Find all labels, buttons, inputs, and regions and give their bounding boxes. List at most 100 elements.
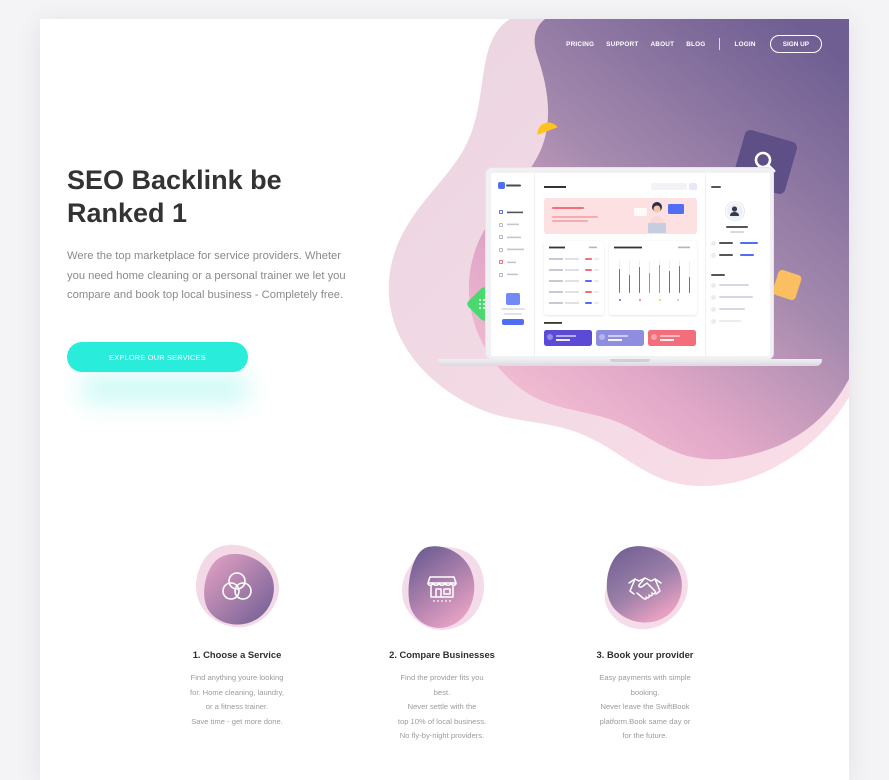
- feature-description: Find the provider fits you best. Never s…: [352, 671, 532, 744]
- menu-label: [507, 248, 524, 251]
- skill-progress: [740, 254, 754, 256]
- stat-card-line: [556, 339, 570, 341]
- feature-description: Find anything youre looking for. Home cl…: [147, 671, 327, 729]
- skill-line: [719, 254, 733, 256]
- reminder-icon: [711, 307, 716, 312]
- menu-item: [499, 231, 527, 244]
- menu-icon: [499, 222, 503, 227]
- welcome-banner: [544, 198, 697, 234]
- stat-card-icon: [599, 334, 605, 340]
- lead-row: [549, 301, 601, 306]
- menu-item: [499, 244, 527, 257]
- venn-circles-icon: [222, 572, 252, 600]
- lead-cell: [549, 280, 563, 282]
- upgrade-text-line: [504, 313, 522, 315]
- nav-support[interactable]: SUPPORT: [606, 41, 638, 48]
- menu-item: [499, 219, 527, 232]
- feature-title: 1. Choose a Service: [192, 649, 282, 660]
- stat-card-line: [660, 335, 680, 337]
- feature-line: Save time - get more done.: [191, 716, 283, 726]
- panel-title-line: [614, 246, 642, 249]
- panel-filter-line: [678, 246, 690, 249]
- nav-about[interactable]: ABOUT: [650, 41, 674, 48]
- lead-status: [585, 302, 592, 304]
- feature-line: Never leave the SwiftBook: [600, 702, 690, 712]
- lead-row: [549, 257, 601, 262]
- feature-line: Find anything youre looking: [190, 673, 284, 682]
- menu-item: [499, 269, 527, 282]
- legend-dot: [677, 299, 679, 301]
- laptop-lid: [485, 167, 774, 360]
- welcome-heading-line: [552, 207, 584, 210]
- stat-card-line: [660, 339, 674, 341]
- explore-services-button[interactable]: EXPLORE OUR SERVICES: [67, 342, 248, 372]
- dashboard-menu: [499, 206, 527, 281]
- lead-row: [549, 290, 601, 295]
- nav-login[interactable]: LOGIN: [734, 41, 755, 48]
- stat-card: [544, 330, 592, 346]
- time-spent-panel: [609, 241, 697, 315]
- upgrade-card: [498, 293, 528, 335]
- legend-dot: [639, 299, 641, 301]
- dashboard-sidebar: [491, 173, 535, 356]
- dashboard-search-button: [689, 183, 697, 190]
- lead-row: [549, 268, 601, 273]
- lead-cell: [565, 302, 579, 304]
- upgrade-illustration: [506, 293, 520, 305]
- stat-card: [648, 330, 696, 346]
- cta-shadow: [80, 374, 250, 404]
- menu-icon: [499, 272, 503, 277]
- reminder-line: [719, 320, 741, 322]
- lead-status: [585, 280, 592, 282]
- menu-icon: [499, 235, 503, 240]
- menu-icon: [499, 247, 503, 252]
- dashboard-main: [541, 173, 701, 356]
- lead-cell: [565, 258, 579, 260]
- reminder-line: [719, 308, 745, 310]
- welcome-text-line: [552, 220, 588, 222]
- logo-wordmark: [506, 184, 521, 187]
- feature-line: best.: [433, 687, 451, 697]
- logo-mark-icon: [498, 182, 505, 189]
- nav-blog[interactable]: BLOG: [686, 41, 705, 48]
- upgrade-text-line: [501, 308, 525, 310]
- lead-status: [585, 258, 592, 260]
- skill-progress: [740, 242, 758, 244]
- menu-label: [507, 261, 516, 263]
- profile-panel-title: [711, 186, 721, 188]
- latest-leads-panel: [544, 241, 604, 315]
- reminder-line: [719, 296, 753, 298]
- nav-pricing[interactable]: PRICING: [566, 41, 594, 48]
- lead-status: [585, 291, 592, 293]
- menu-label: [507, 273, 518, 276]
- dashboard-search-field: [651, 183, 687, 190]
- feature-line: booking.: [630, 687, 660, 697]
- feature-line: No fly-by-night providers.: [399, 731, 485, 741]
- feature-line: or a fitness trainer.: [205, 702, 269, 712]
- feature-line: platform.Book same day or: [599, 716, 691, 726]
- hero-title: SEO Backlink be Ranked 1: [67, 164, 367, 230]
- nav-divider: [719, 38, 721, 50]
- laptop-notch: [610, 359, 650, 362]
- dashboard-screenshot: [491, 173, 770, 356]
- reminder-icon: [711, 283, 716, 288]
- panel-filter-line: [589, 246, 597, 249]
- skill-icon: [711, 241, 716, 246]
- lead-cell: [565, 269, 579, 271]
- stat-card: [596, 330, 644, 346]
- dashboard-title-bar: [544, 186, 566, 188]
- lead-cell: [549, 258, 563, 260]
- yellow-semicircle-decoration: [537, 122, 558, 135]
- avatar: [726, 202, 744, 220]
- feature-description: Easy payments with simple booking. Never…: [555, 671, 735, 744]
- lead-cell: [565, 280, 579, 282]
- user-avatar-icon: [730, 206, 739, 216]
- feature-line: for the future.: [622, 731, 668, 741]
- lead-cell: [549, 302, 563, 304]
- skill-line: [719, 242, 733, 244]
- feature-line: for. Home cleaning, laundry,: [190, 687, 284, 697]
- panel-title-line: [549, 246, 565, 249]
- signup-button[interactable]: SIGN UP: [769, 35, 822, 53]
- stat-card-line: [608, 339, 622, 341]
- stat-card-icon: [547, 334, 553, 340]
